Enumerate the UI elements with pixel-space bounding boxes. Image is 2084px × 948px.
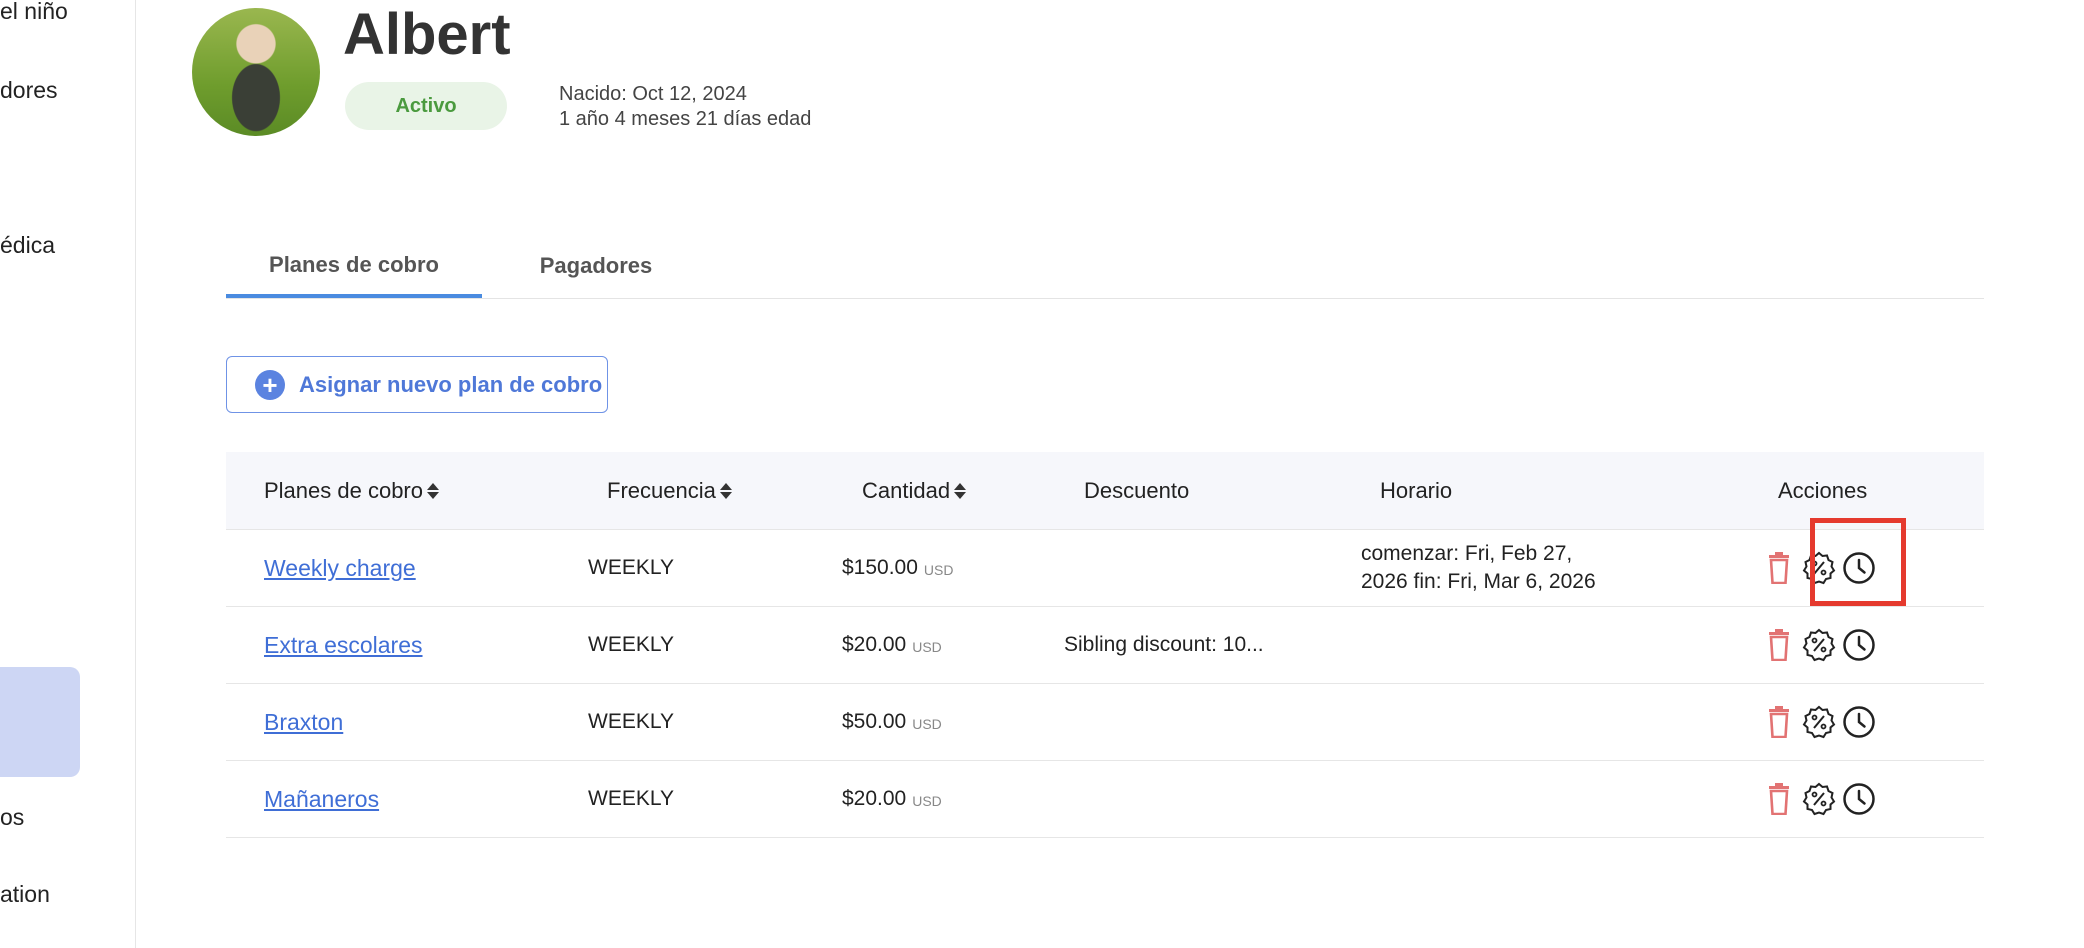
tab-payers[interactable]: Pagadores	[524, 236, 668, 296]
table-row: Braxton WEEKLY $50.00 USD	[226, 684, 1984, 761]
clock-icon[interactable]	[1842, 782, 1876, 816]
sidebar-item-documents[interactable]: os	[0, 804, 24, 831]
billing-plans-table: Planes de cobro Frecuencia Cantidad Desc…	[226, 452, 1984, 838]
amount-cell: $20.00	[842, 633, 907, 656]
row-actions	[1762, 684, 1876, 760]
amount-cell: $150.00	[842, 556, 918, 579]
clock-icon[interactable]	[1842, 628, 1876, 662]
plan-link[interactable]: Mañaneros	[264, 786, 379, 813]
frequency-cell: WEEKLY	[588, 710, 674, 733]
currency-label: USD	[912, 716, 942, 732]
birth-info: Nacido: Oct 12, 2024 1 año 4 meses 21 dí…	[559, 82, 811, 132]
table-row: Mañaneros WEEKLY $20.00 USD	[226, 761, 1984, 838]
trash-icon[interactable]	[1762, 782, 1796, 816]
table-header: Planes de cobro Frecuencia Cantidad Desc…	[226, 452, 1984, 530]
column-header-discount: Descuento	[1084, 477, 1190, 503]
child-name: Albert	[343, 2, 511, 67]
amount-cell: $50.00	[842, 710, 907, 733]
column-header-plan[interactable]: Planes de cobro	[264, 452, 439, 529]
discount-cell: Sibling discount: 10...	[1064, 633, 1264, 656]
trash-icon[interactable]	[1762, 551, 1796, 585]
column-header-plan-label: Planes de cobro	[264, 477, 423, 503]
sidebar-item-information[interactable]: ation	[0, 881, 50, 908]
status-badge: Activo	[345, 82, 507, 130]
frequency-cell: WEEKLY	[588, 556, 674, 579]
currency-label: USD	[912, 639, 942, 655]
table-row: Weekly charge WEEKLY $150.00 USD comenzar…	[226, 530, 1984, 607]
sort-icon[interactable]	[952, 481, 967, 501]
plus-circle-icon: +	[255, 369, 285, 400]
percent-badge-icon[interactable]	[1802, 705, 1836, 739]
column-header-frequency[interactable]: Frecuencia	[607, 452, 732, 529]
highlight-box	[1810, 518, 1906, 606]
percent-badge-icon[interactable]	[1802, 782, 1836, 816]
plan-link[interactable]: Weekly charge	[264, 555, 416, 582]
plan-link[interactable]: Extra escolares	[264, 632, 423, 659]
currency-label: USD	[912, 793, 942, 809]
sidebar-item-active[interactable]	[0, 667, 80, 777]
schedule-start: comenzar: Fri, Feb 27,	[1361, 542, 1573, 565]
column-header-amount-label: Cantidad	[862, 477, 951, 503]
table-row: Extra escolares WEEKLY $20.00 USD Sibling…	[226, 607, 1984, 684]
sidebar-item-guardians[interactable]: dores	[0, 77, 58, 104]
trash-icon[interactable]	[1762, 628, 1796, 662]
assign-plan-button[interactable]: + Asignar nuevo plan de cobro	[226, 356, 608, 413]
schedule-end: 2026 fin: Fri, Mar 6, 2026	[1361, 570, 1596, 593]
column-header-frequency-label: Frecuencia	[607, 477, 716, 503]
row-actions	[1762, 607, 1876, 683]
sort-icon[interactable]	[718, 481, 732, 501]
frequency-cell: WEEKLY	[588, 633, 674, 656]
frequency-cell: WEEKLY	[588, 787, 674, 810]
clock-icon[interactable]	[1842, 705, 1876, 739]
tab-billing-plans[interactable]: Planes de cobro	[226, 236, 482, 298]
schedule-cell: comenzar: Fri, Feb 27, 2026 fin: Fri, Mar…	[1361, 530, 1596, 606]
amount-cell: $20.00	[842, 787, 907, 810]
column-header-amount[interactable]: Cantidad	[862, 452, 967, 529]
birth-date: Nacido: Oct 12, 2024	[559, 83, 747, 105]
assign-plan-label: Asignar nuevo plan de cobro	[299, 371, 603, 397]
age-text: 1 año 4 meses 21 días edad	[559, 108, 812, 130]
row-actions	[1762, 761, 1876, 837]
sort-icon[interactable]	[425, 481, 439, 501]
tabs: Planes de cobro Pagadores	[226, 236, 1984, 299]
percent-badge-icon[interactable]	[1802, 628, 1836, 662]
plan-link[interactable]: Braxton	[264, 709, 343, 736]
sidebar-item-medical[interactable]: édica	[0, 232, 55, 259]
avatar	[192, 8, 320, 136]
sidebar-item-child[interactable]: el niño	[0, 0, 68, 25]
trash-icon[interactable]	[1762, 705, 1796, 739]
column-header-schedule: Horario	[1380, 477, 1453, 503]
currency-label: USD	[923, 562, 954, 578]
sidebar: el niño dores édica os ation	[0, 0, 136, 948]
